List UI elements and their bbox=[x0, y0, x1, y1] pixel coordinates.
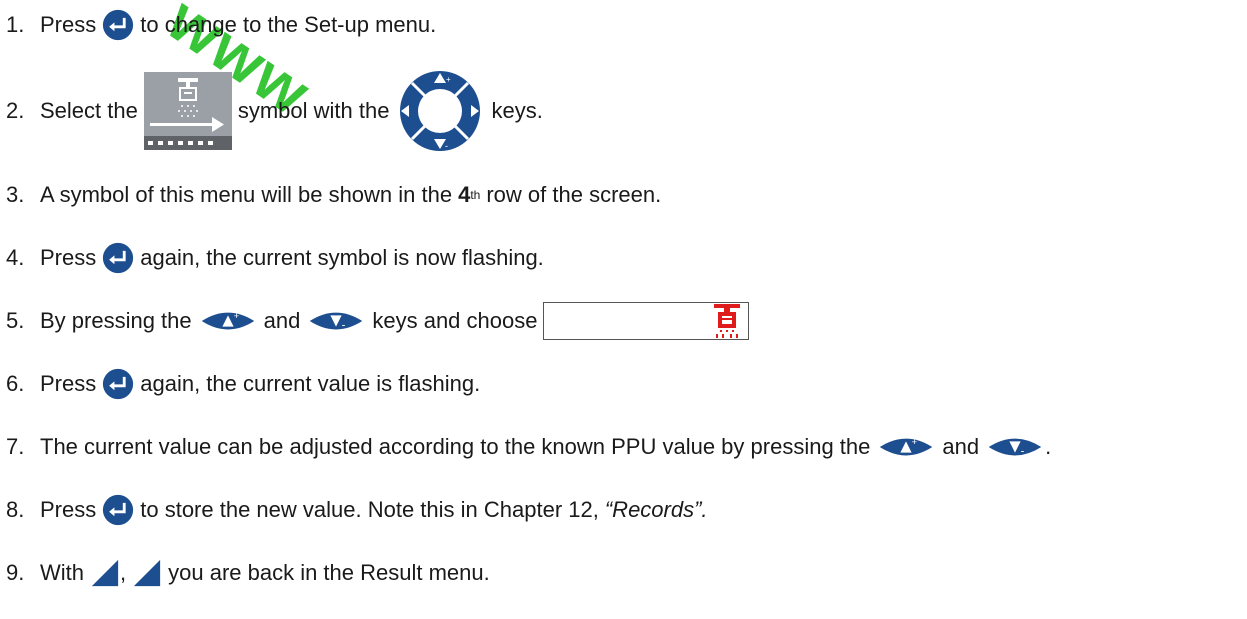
step-text: and bbox=[263, 308, 301, 333]
step-number: 4. bbox=[6, 245, 25, 270]
step-text: Press bbox=[40, 497, 97, 522]
minus-key-icon bbox=[985, 432, 1045, 462]
step-1: 1. Press to change to the Set-up menu. bbox=[6, 3, 436, 47]
minus-key-icon bbox=[306, 306, 366, 336]
step-text: keys. bbox=[491, 98, 543, 123]
step-text: Select the bbox=[40, 98, 138, 123]
step-number: 1. bbox=[6, 12, 25, 37]
step-text: you are back in the Result menu. bbox=[168, 560, 490, 585]
step-text: A symbol of this menu will be shown in t… bbox=[40, 182, 453, 207]
arrow-cross-keys-icon: + - bbox=[395, 69, 485, 153]
step-number: 9. bbox=[6, 560, 25, 585]
step-text: to change to the Set-up menu. bbox=[140, 12, 437, 37]
step-4: 4. Press again, the current symbol is no… bbox=[6, 236, 544, 280]
enter-key-icon bbox=[102, 368, 134, 400]
step-5: 5. By pressing the and keys and choose bbox=[6, 299, 750, 343]
step-7: 7. The current value can be adjusted acc… bbox=[6, 425, 1051, 469]
step-number: 6. bbox=[6, 371, 25, 396]
plus-key-icon bbox=[198, 306, 258, 336]
row-number: 4 bbox=[458, 182, 471, 207]
step-number: 2. bbox=[6, 98, 25, 123]
enter-key-icon bbox=[102, 494, 134, 526]
step-number: 3. bbox=[6, 182, 25, 207]
step-text: keys and choose bbox=[372, 308, 538, 333]
step-text: By pressing the bbox=[40, 308, 192, 333]
step-number: 5. bbox=[6, 308, 25, 333]
step-number: 7. bbox=[6, 434, 25, 459]
step-text: symbol with the bbox=[237, 98, 390, 123]
esc-key-icon bbox=[90, 558, 120, 588]
plus-key-icon bbox=[876, 432, 936, 462]
step-text: Press bbox=[40, 245, 97, 270]
enter-key-icon bbox=[102, 9, 134, 41]
row-superscript: th bbox=[470, 188, 481, 202]
step-text: again, the current value is flashing. bbox=[140, 371, 481, 396]
display-box bbox=[543, 302, 750, 340]
svg-text:-: - bbox=[445, 141, 448, 151]
step-number: 8. bbox=[6, 497, 25, 522]
step-text: and bbox=[942, 434, 980, 459]
step-text: again, the current symbol is now flashin… bbox=[140, 245, 544, 270]
esc-key-icon bbox=[132, 558, 162, 588]
step-text: row of the screen. bbox=[486, 182, 662, 207]
step-text: , bbox=[120, 560, 127, 585]
step-9: 9. With , you are back in the Result men… bbox=[6, 551, 490, 595]
step-text: to store the new value. Note this in Cha… bbox=[140, 497, 599, 522]
step-text: Press bbox=[40, 12, 97, 37]
pixel-nozzle-icon bbox=[714, 304, 741, 338]
step-text: The current value can be adjusted accord… bbox=[40, 434, 871, 459]
step-3: 3. A symbol of this menu will be shown i… bbox=[6, 173, 661, 217]
nozzle-menu-icon bbox=[143, 72, 232, 150]
svg-text:+: + bbox=[446, 75, 451, 84]
step-text: . bbox=[1045, 434, 1052, 459]
enter-key-icon bbox=[102, 242, 134, 274]
step-8: 8. Press to store the new value. Note th… bbox=[6, 488, 708, 532]
step-text: With bbox=[40, 560, 84, 585]
chapter-reference: “Records”. bbox=[604, 497, 708, 522]
step-2: 2. Select the symbol with the + - keys. bbox=[6, 69, 543, 153]
step-text: Press bbox=[40, 371, 97, 396]
step-6: 6. Press again, the current value is fla… bbox=[6, 362, 480, 406]
